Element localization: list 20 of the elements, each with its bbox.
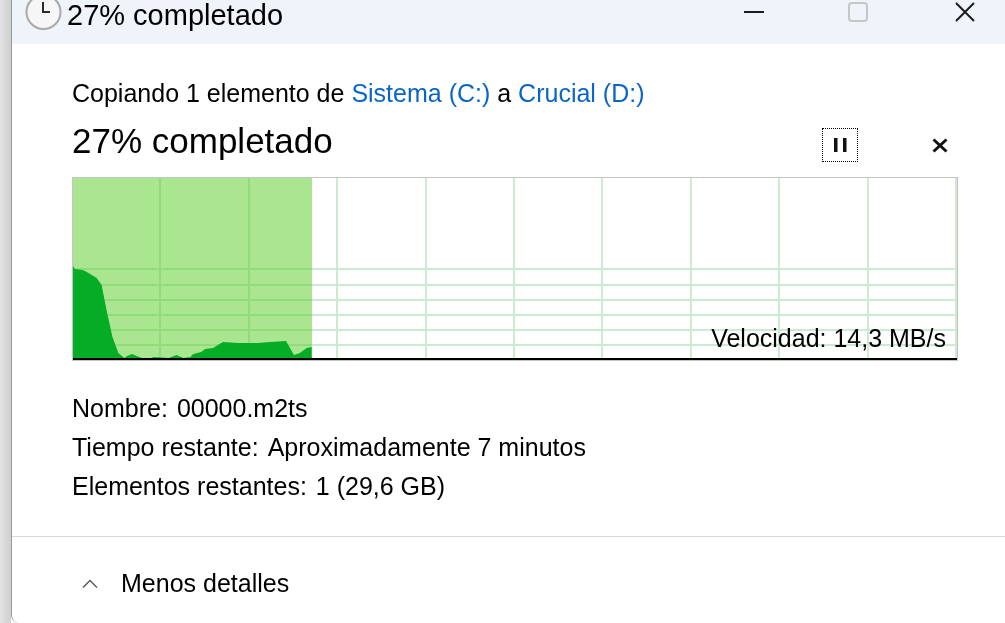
maximize-icon [848, 2, 868, 22]
minimize-icon [744, 11, 764, 13]
speed-text: Velocidad: 14,3 MB/s [711, 323, 946, 353]
detail-value: 1 (29,6 GB) [315, 470, 446, 501]
window-title: 27% completado [67, 0, 284, 30]
details-toggle-button[interactable]: Menos detalles [72, 568, 294, 598]
chevron-up-icon [82, 578, 98, 588]
copy-description: Copiando 1 elemento de Sistema (C:) a Crucial (D:) [72, 78, 645, 108]
close-icon [955, 2, 975, 22]
drive-link[interactable]: Sistema (C:) [351, 79, 491, 107]
detail-value: 00000.m2ts [176, 392, 308, 423]
detail-value: Aproximadamente 7 minutos [267, 431, 586, 462]
detail-label: Elementos restantes: [72, 470, 307, 501]
close-icon [932, 137, 948, 153]
detail-label: Tiempo restante: [72, 431, 259, 462]
pause-button[interactable] [822, 128, 858, 162]
progress-heading: 27% completado [72, 121, 333, 161]
drive-link[interactable]: Crucial (D:) [518, 79, 645, 107]
pause-icon [833, 138, 847, 152]
detail-label: Nombre: [72, 392, 168, 423]
